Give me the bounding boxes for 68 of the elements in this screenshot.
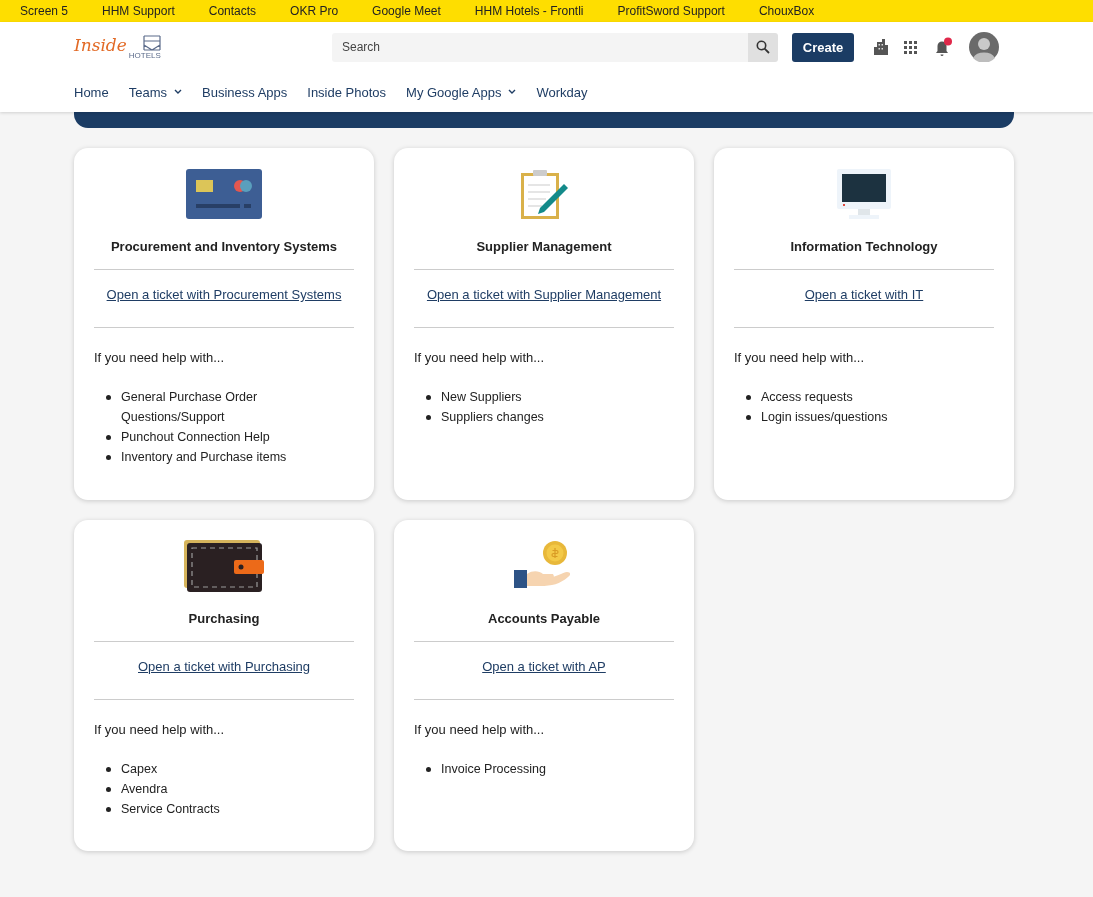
bullet-icon [106, 455, 111, 460]
bullet-icon [106, 435, 111, 440]
help-intro-text: If you need help with... [734, 350, 866, 365]
card-title: Information Technology [789, 239, 939, 256]
help-intro-text: If you need help with... [414, 722, 546, 737]
help-intro-text: If you need help with... [94, 350, 226, 365]
bullet-icon [106, 395, 111, 400]
help-topic: Access requests [761, 389, 854, 406]
nav-link[interactable]: Teams [128, 84, 182, 100]
chevron-down-icon [508, 89, 517, 95]
bookmark-link[interactable]: Contacts [208, 4, 257, 18]
bullet-icon [106, 807, 111, 812]
card-title: Accounts Payable [487, 611, 601, 628]
help-topic: Capex [121, 761, 159, 778]
ticket-link[interactable]: Open a ticket with IT [804, 287, 924, 302]
ticket-link[interactable]: Open a ticket with Procurement Systems [106, 287, 342, 302]
search-icon [756, 40, 770, 54]
card-title: Purchasing [187, 611, 261, 628]
ticket-link[interactable]: Open a ticket with Supplier Management [426, 287, 662, 302]
nav-link[interactable]: Inside Photos [307, 84, 387, 100]
notification-bell-icon[interactable] [933, 37, 953, 57]
bookmark-link[interactable]: ProfitSword Support [617, 4, 725, 18]
bullet-icon [426, 767, 431, 772]
create-button[interactable]: Create [792, 32, 854, 62]
ticket-link[interactable]: Open a ticket with Purchasing [138, 659, 310, 674]
search-field[interactable]: Search [332, 32, 748, 62]
bullet-icon [746, 395, 751, 400]
bookmark-link[interactable]: HHM Support [102, 4, 175, 18]
help-topic: General Purchase Order Questions/Support [121, 389, 259, 426]
nav-link[interactable]: My Google Apps [406, 84, 517, 100]
apps-grid-icon[interactable] [904, 40, 917, 54]
card-title: Supplier Management [475, 239, 613, 256]
logo-text: Inside [74, 34, 127, 55]
help-topic: Invoice Processing [441, 761, 547, 778]
bullet-icon [106, 767, 111, 772]
help-topic: Suppliers changes [441, 409, 545, 426]
bookmark-link[interactable]: HHM Hotels - Frontli [474, 4, 584, 18]
card-title: Procurement and Inventory Systems [109, 239, 339, 256]
bookmark-link[interactable]: Google Meet [372, 4, 441, 18]
logo-subtext: HOTELS [128, 50, 161, 60]
ticket-link[interactable]: Open a ticket with AP [482, 659, 606, 674]
help-intro-text: If you need help with... [94, 722, 226, 737]
building-icon[interactable] [874, 39, 888, 55]
logo-mark-icon [142, 34, 161, 51]
help-topic: Avendra [121, 781, 169, 798]
bookmark-link[interactable]: Screen 5 [20, 4, 69, 18]
wallet-icon [184, 540, 264, 592]
help-intro-text: If you need help with... [414, 350, 546, 365]
monitor-icon [837, 169, 891, 219]
bullet-icon [426, 415, 431, 420]
nav-link[interactable]: Business Apps [202, 84, 288, 100]
help-topic: Service Contracts [121, 801, 221, 818]
search-button[interactable] [748, 32, 778, 62]
credit-card-icon [186, 169, 262, 219]
chevron-down-icon [174, 89, 182, 95]
bookmark-link[interactable]: OKR Pro [290, 4, 339, 18]
bullet-icon [426, 395, 431, 400]
help-topic: Punchout Connection Help [121, 429, 271, 446]
bookmark-link[interactable]: ChouxBox [758, 4, 815, 18]
avatar[interactable] [969, 32, 999, 62]
help-topic: Inventory and Purchase items [121, 449, 288, 466]
help-topic: Login issues/questions [761, 409, 889, 426]
bullet-icon [746, 415, 751, 420]
clipboard-pencil-icon [519, 168, 569, 220]
nav-link[interactable]: Workday [536, 84, 588, 100]
nav-link[interactable]: Home [74, 84, 109, 100]
help-topic: New Suppliers [441, 389, 523, 406]
bullet-icon [106, 787, 111, 792]
